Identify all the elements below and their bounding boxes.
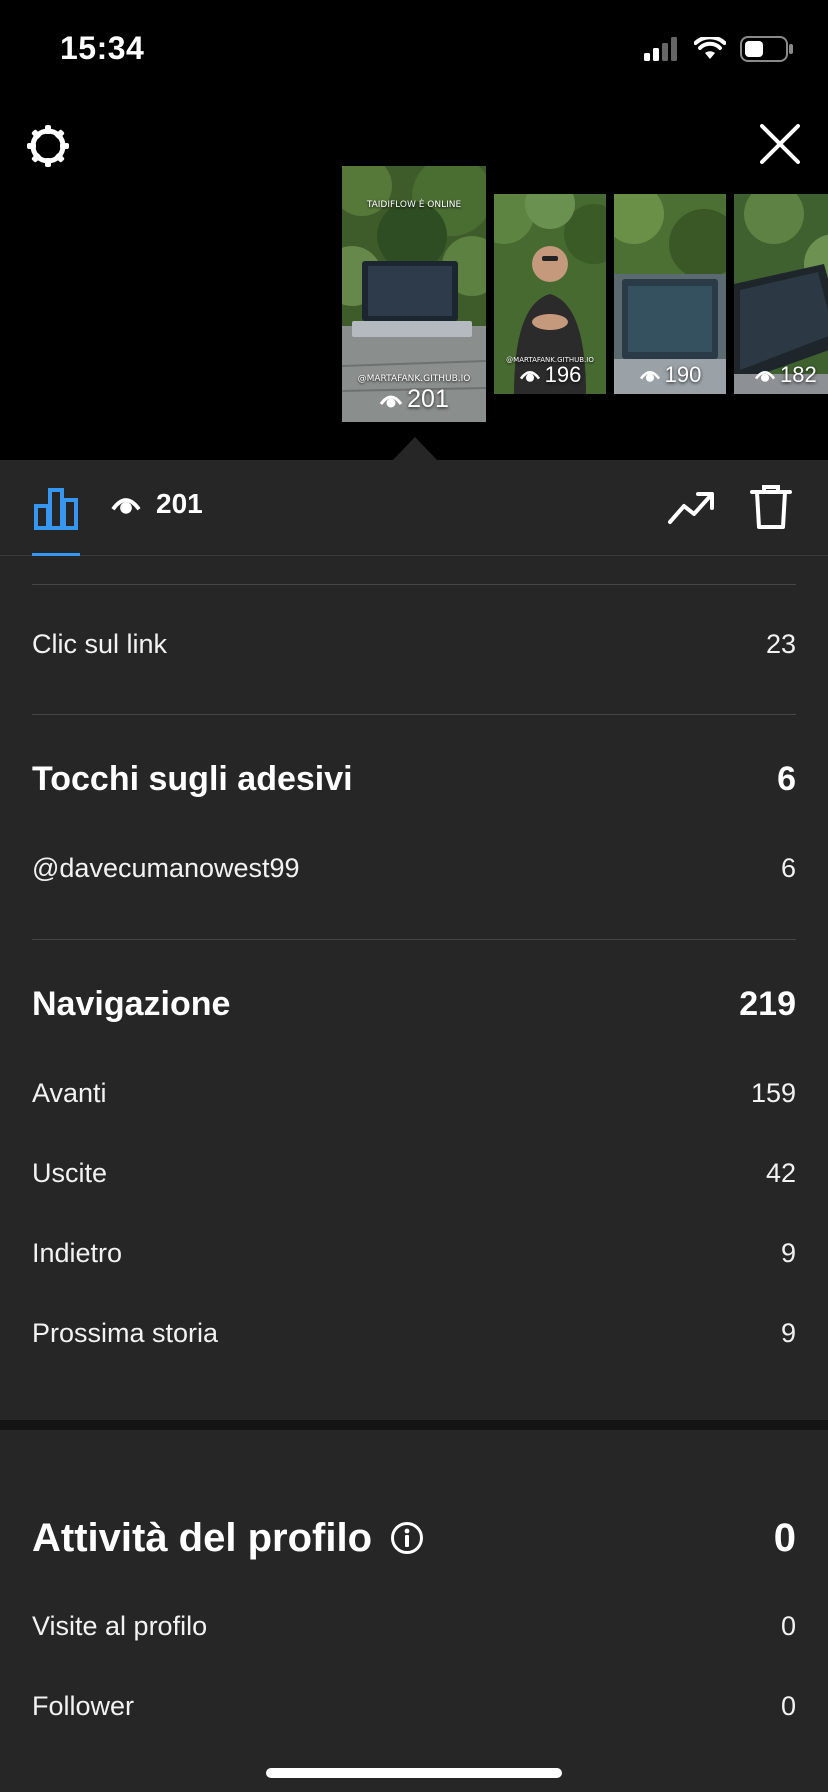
section-separator xyxy=(0,1420,828,1430)
divider xyxy=(32,939,796,940)
story-thumbnails: TAIDIFLOW È ONLINE @MARTAFANK.GITHUB.IO … xyxy=(0,100,828,460)
eye-icon xyxy=(754,370,776,382)
info-icon[interactable] xyxy=(390,1521,424,1555)
stat-value: 6 xyxy=(780,852,796,883)
stat-value: 159 xyxy=(750,1077,796,1108)
stat-row-profile-visits: Visite al profilo 0 xyxy=(32,1606,796,1646)
cellular-signal-icon xyxy=(644,37,677,61)
wifi-icon xyxy=(694,37,726,59)
status-bar: 15:34 xyxy=(0,0,828,100)
insights-tab-bar: 201 xyxy=(0,460,828,556)
section-title-wrap: Attività del profilo xyxy=(32,1516,424,1561)
section-title: Attività del profilo xyxy=(32,1515,372,1560)
stat-row-link-clicks: Clic sul link 23 xyxy=(32,624,796,664)
trash-icon[interactable] xyxy=(750,484,792,530)
stat-value: 9 xyxy=(780,1317,796,1348)
section-total: 0 xyxy=(773,1515,796,1560)
trending-up-icon[interactable] xyxy=(668,488,716,528)
section-header-navigation: Navigazione 219 xyxy=(32,981,796,1027)
stat-value: 9 xyxy=(780,1237,796,1268)
story-header: TAIDIFLOW È ONLINE @MARTAFANK.GITHUB.IO … xyxy=(0,100,828,460)
thumbnail-views-count: 196 xyxy=(544,362,582,387)
stat-label: Follower xyxy=(32,1690,135,1721)
active-tab-indicator xyxy=(32,553,80,556)
stat-row-followers: Follower 0 xyxy=(32,1686,796,1726)
section-total: 219 xyxy=(739,984,796,1023)
stat-label: Avanti xyxy=(32,1077,107,1108)
stat-row-forward: Avanti 159 xyxy=(32,1073,796,1113)
stat-label: Indietro xyxy=(32,1237,123,1268)
story-thumbnail[interactable]: 190 xyxy=(614,194,726,394)
stat-value: 42 xyxy=(765,1157,796,1188)
stat-row-next-story: Prossima storia 9 xyxy=(32,1313,796,1353)
story-thumbnail[interactable]: @MARTAFANK.GITHUB.IO 196 xyxy=(494,194,606,394)
eye-icon xyxy=(639,370,660,382)
thumbnail-caption-top: TAIDIFLOW È ONLINE xyxy=(366,200,462,210)
tab-views[interactable]: 201 xyxy=(110,488,203,520)
divider xyxy=(32,584,796,585)
section-title: Tocchi sugli adesivi xyxy=(32,759,353,798)
stat-value: 0 xyxy=(780,1610,796,1641)
stat-row-back: Indietro 9 xyxy=(32,1233,796,1273)
thumbnail-views: 190 xyxy=(614,362,726,388)
eye-icon xyxy=(379,395,403,407)
story-thumbnail[interactable]: 182 xyxy=(734,194,828,394)
stat-label: Uscite xyxy=(32,1157,108,1188)
eye-icon xyxy=(111,498,141,514)
close-icon[interactable] xyxy=(760,124,800,164)
thumbnail-caption-bottom: @MARTAFANK.GITHUB.IO xyxy=(357,374,471,384)
bar-chart-icon[interactable] xyxy=(32,484,80,532)
selected-story-pointer xyxy=(393,437,437,460)
section-header-sticker-taps: Tocchi sugli adesivi 6 xyxy=(32,756,796,802)
thumbnail-views-count: 201 xyxy=(407,385,449,413)
settings-icon[interactable] xyxy=(26,124,70,168)
status-icons xyxy=(644,36,794,62)
section-header-profile-activity: Attività del profilo 0 xyxy=(32,1510,796,1566)
thumbnail-views-count: 190 xyxy=(664,362,702,387)
insights-panel: 201 Clic sul link 23 Tocchi sugli adesiv… xyxy=(0,460,828,1792)
thumbnail-views-count: 182 xyxy=(780,362,817,387)
home-indicator[interactable] xyxy=(266,1768,562,1778)
thumbnail-views: 201 xyxy=(342,385,486,414)
views-count: 201 xyxy=(156,488,203,519)
stat-value: 0 xyxy=(780,1690,796,1721)
stat-value: 23 xyxy=(765,628,796,659)
stat-label: Clic sul link xyxy=(32,628,168,659)
stat-row-sticker: @davecumanowest99 6 xyxy=(32,848,796,888)
status-time: 15:34 xyxy=(60,30,145,66)
thumbnail-views: 196 xyxy=(494,362,606,388)
stat-label: Prossima storia xyxy=(32,1317,219,1348)
stat-label: Visite al profilo xyxy=(32,1610,208,1641)
divider xyxy=(32,714,796,715)
eye-icon xyxy=(519,370,540,382)
stat-label: @davecumanowest99 xyxy=(32,852,300,883)
section-total: 6 xyxy=(777,759,796,798)
battery-icon xyxy=(740,36,793,62)
story-thumbnail-selected[interactable]: TAIDIFLOW È ONLINE @MARTAFANK.GITHUB.IO … xyxy=(342,166,486,422)
stat-row-exits: Uscite 42 xyxy=(32,1153,796,1193)
thumbnail-views: 182 xyxy=(734,362,828,388)
section-title: Navigazione xyxy=(32,984,231,1023)
